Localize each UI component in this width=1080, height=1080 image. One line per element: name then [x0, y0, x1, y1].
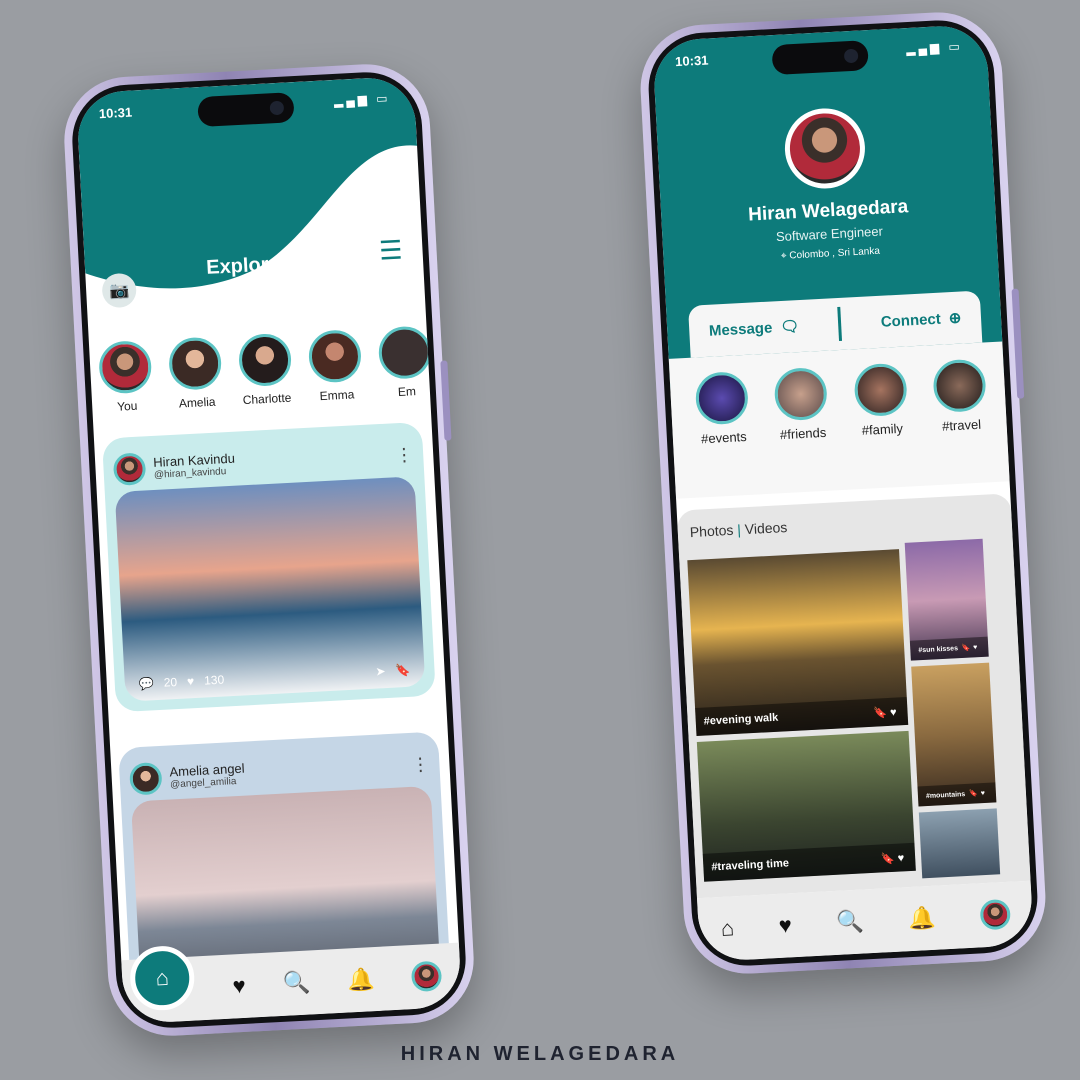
dynamic-island	[771, 40, 869, 76]
home-icon: ⌂	[154, 964, 170, 991]
explore-screen: 10:31 ▂▄▆ ▭ 📷 Explore ⌄ ☰ You Amelia Cha…	[75, 75, 463, 1025]
status-icons: ▂▄▆ ▭	[333, 91, 391, 108]
action-divider	[837, 306, 843, 341]
photo-caption: #traveling time 🔖♥	[702, 842, 916, 882]
chat-icon: 🗨	[779, 318, 800, 337]
photo-tile[interactable]: #mountains 🔖♥	[911, 662, 997, 807]
save-like-icons[interactable]: 🔖♥	[969, 789, 988, 798]
avatar[interactable]	[411, 960, 443, 993]
search-icon[interactable]: 🔍	[836, 909, 865, 936]
photo-tile[interactable]	[918, 808, 1001, 879]
connect-label: Connect	[880, 310, 942, 331]
post-card: Hiran Kavindu @hiran_kavindu ⋮ 💬 20 ♥ 130 ➤…	[101, 421, 436, 713]
send-icon[interactable]: ➤	[375, 664, 386, 679]
side-button	[440, 360, 452, 441]
avatar	[773, 366, 829, 422]
story-amelia[interactable]: Amelia	[165, 336, 227, 411]
photo-caption: #mountains 🔖♥	[917, 782, 997, 807]
story-label: Charlotte	[242, 390, 292, 408]
connect-button[interactable]: Connect ⊕	[880, 309, 961, 331]
chevron-down-icon: ⌄	[284, 251, 303, 275]
right-phone-mockup: 10:31 ▂▄▆ ▭ Hiran Welagedara Software En…	[637, 9, 1049, 977]
side-button	[1011, 288, 1025, 399]
photo-caption: #sun kisses 🔖♥	[909, 636, 989, 661]
gallery-tabs: Photos | Videos	[689, 519, 787, 540]
story-label: You	[116, 398, 138, 414]
status-icons: ▂▄▆ ▭	[905, 39, 964, 57]
tab-separator: |	[736, 521, 742, 538]
page-title: Explore	[205, 253, 281, 279]
avatar[interactable]	[128, 761, 163, 796]
left-phone-mockup: 10:31 ▂▄▆ ▭ 📷 Explore ⌄ ☰ You Amelia Cha…	[61, 61, 477, 1039]
story-label: Amelia	[178, 394, 216, 411]
photo-caption: #evening walk 🔖♥	[695, 696, 909, 736]
heart-icon[interactable]: ♥	[187, 674, 195, 688]
save-like-icons[interactable]: 🔖♥	[881, 851, 908, 865]
bell-icon[interactable]: 🔔	[907, 905, 936, 932]
highlight-travel[interactable]: #travel	[927, 358, 993, 434]
avatar	[237, 332, 293, 388]
story-label: Emma	[319, 387, 355, 404]
plus-circle-icon: ⊕	[948, 309, 962, 328]
message-button[interactable]: Message 🗨	[709, 317, 800, 340]
heart-icon[interactable]: ♥	[232, 973, 246, 1000]
more-options-icon[interactable]: ⋮	[395, 444, 414, 466]
save-like-icons[interactable]: 🔖♥	[961, 643, 980, 652]
photo-tile[interactable]: #evening walk 🔖♥	[687, 549, 909, 736]
avatar	[307, 328, 363, 384]
story-you[interactable]: You	[95, 339, 157, 415]
location-pin-icon: ⌖	[780, 250, 787, 262]
designer-name: HIRAN WELAGEDARA	[400, 1043, 680, 1065]
comment-count: 20	[163, 675, 178, 690]
stories-row: You Amelia Charlotte Emma Em	[95, 325, 433, 415]
post-image[interactable]: 💬 20 ♥ 130 ➤ 🔖	[114, 476, 426, 702]
more-options-icon[interactable]: ⋮	[411, 753, 430, 775]
photo-tile[interactable]: #sun kisses 🔖♥	[904, 538, 989, 661]
dynamic-island	[197, 92, 295, 128]
highlight-family[interactable]: #family	[848, 362, 914, 438]
avatar	[694, 370, 750, 426]
avatar	[377, 325, 433, 380]
profile-screen: 10:31 ▂▄▆ ▭ Hiran Welagedara Software En…	[652, 23, 1034, 963]
avatar	[852, 362, 908, 418]
home-icon[interactable]: ⌂	[720, 915, 735, 942]
search-icon[interactable]: 🔍	[282, 969, 311, 996]
story-em[interactable]: Em	[375, 325, 437, 400]
media-gallery: Photos | Videos #evening walk 🔖♥ #traveli…	[676, 493, 1031, 899]
photo-tile[interactable]: #traveling time 🔖♥	[696, 730, 916, 882]
status-time: 10:31	[674, 52, 709, 70]
tab-videos[interactable]: Videos	[744, 519, 787, 537]
avatar	[97, 339, 153, 395]
heart-icon[interactable]: ♥	[778, 912, 792, 939]
story-emma[interactable]: Emma	[305, 328, 367, 404]
avatar[interactable]	[979, 898, 1011, 931]
highlight-friends[interactable]: #friends	[769, 366, 835, 442]
avatar	[167, 336, 223, 391]
story-label: Em	[397, 384, 417, 400]
bookmark-icon[interactable]: 🔖	[395, 663, 411, 678]
like-count: 130	[203, 672, 225, 688]
comment-icon[interactable]: 💬	[138, 676, 154, 691]
status-time: 10:31	[98, 104, 133, 122]
menu-icon[interactable]: ☰	[378, 235, 403, 267]
story-charlotte[interactable]: Charlotte	[235, 332, 297, 407]
highlight-events[interactable]: #events	[690, 370, 756, 447]
message-label: Message	[708, 318, 773, 340]
bell-icon[interactable]: 🔔	[347, 966, 376, 993]
avatar	[932, 358, 987, 414]
save-like-icons[interactable]: 🔖♥	[873, 705, 900, 719]
tab-photos[interactable]: Photos	[689, 522, 733, 540]
post-actions: 💬 20 ♥ 130 ➤ 🔖	[138, 663, 410, 691]
avatar[interactable]	[112, 452, 147, 487]
